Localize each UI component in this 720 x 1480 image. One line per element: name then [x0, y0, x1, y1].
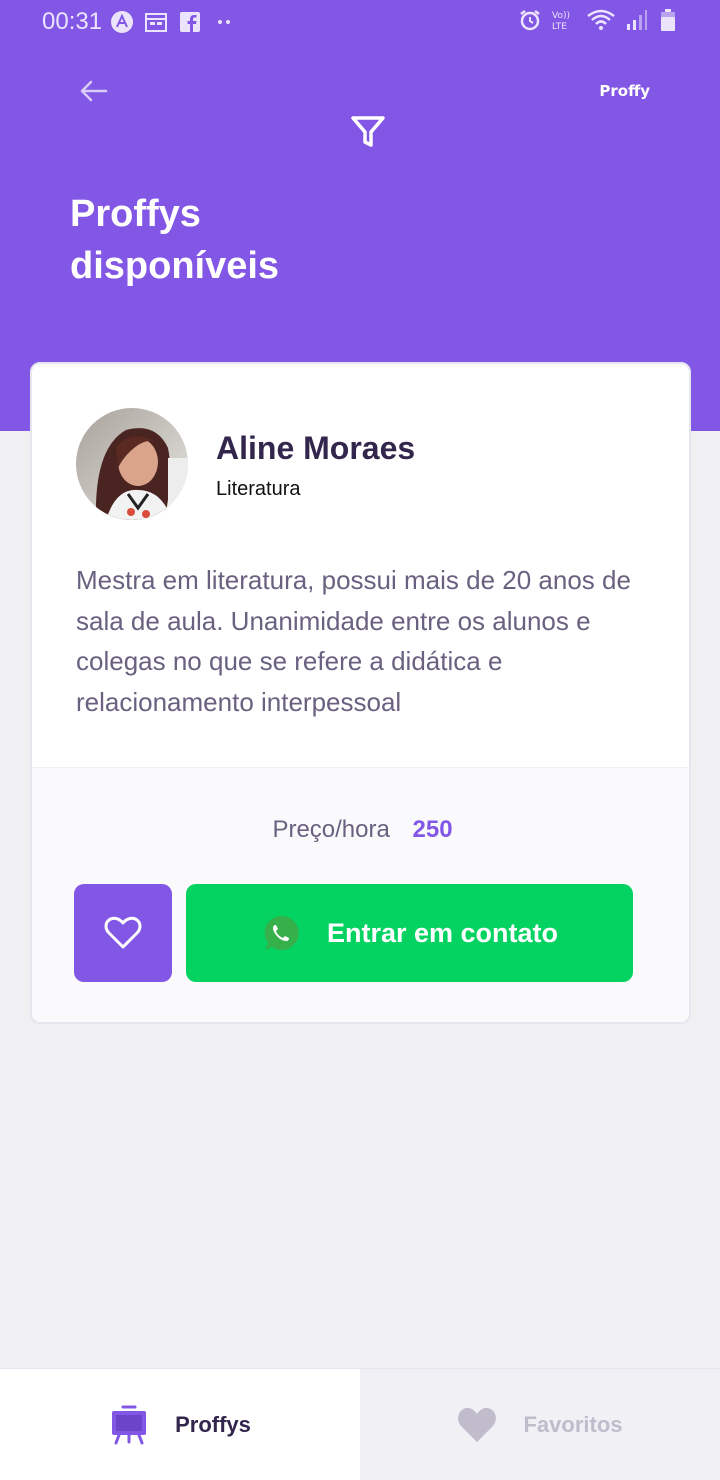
price-row: Preço/hora 250 — [32, 816, 689, 844]
battery-icon — [656, 8, 680, 32]
status-time: 00:31 — [42, 8, 103, 35]
status-left-icons — [110, 10, 236, 34]
bottom-tab-bar: Proffys Favoritos — [0, 1368, 720, 1480]
card-footer: Preço/hora 250 Entrar em contato — [32, 767, 689, 1022]
calendar-icon — [144, 10, 168, 34]
svg-text:LTE: LTE — [552, 22, 567, 32]
whatsapp-icon — [264, 915, 299, 950]
svg-text:Vo)): Vo)) — [552, 11, 570, 21]
heart-outline-icon — [104, 916, 142, 949]
contact-label: Entrar em contato — [326, 917, 559, 948]
back-button[interactable] — [76, 74, 110, 108]
status-right-icons: Vo)) LTE — [518, 8, 680, 32]
teacher-name: Aline Moraes — [216, 430, 416, 466]
page-title: Proffys disponíveis — [70, 193, 280, 287]
avatar — [76, 408, 188, 520]
brand-logo: Proffy — [599, 82, 650, 100]
wifi-icon — [586, 8, 616, 32]
filter-button[interactable] — [348, 112, 388, 152]
teacher-card: Aline Moraes Literatura Mestra em litera… — [30, 362, 691, 1024]
easel-icon — [112, 1405, 147, 1445]
contact-button[interactable]: Entrar em contato — [186, 884, 633, 982]
arrow-left-icon — [80, 80, 108, 102]
teacher-bio: Mestra em literatura, possui mais de 20 … — [76, 565, 631, 717]
tab-favoritos-label: Favoritos — [523, 1412, 623, 1437]
price-value: 250 — [412, 816, 453, 843]
volte-icon: Vo)) LTE — [550, 8, 578, 32]
teacher-subject: Literatura — [216, 478, 301, 500]
more-dots-icon — [212, 10, 236, 34]
tab-proffys-label: Proffys — [175, 1412, 251, 1437]
tab-favoritos[interactable]: Favoritos — [360, 1369, 720, 1480]
app-icon — [110, 10, 134, 34]
heart-icon — [458, 1407, 497, 1442]
tab-proffys[interactable]: Proffys — [0, 1369, 360, 1480]
alarm-icon — [518, 8, 542, 32]
signal-icon — [624, 8, 648, 32]
filter-icon — [351, 116, 385, 147]
favorite-button[interactable] — [74, 884, 172, 982]
price-label: Preço/hora — [272, 816, 390, 843]
facebook-icon — [178, 10, 202, 34]
status-bar: 00:31 Vo)) LTE — [0, 0, 720, 44]
